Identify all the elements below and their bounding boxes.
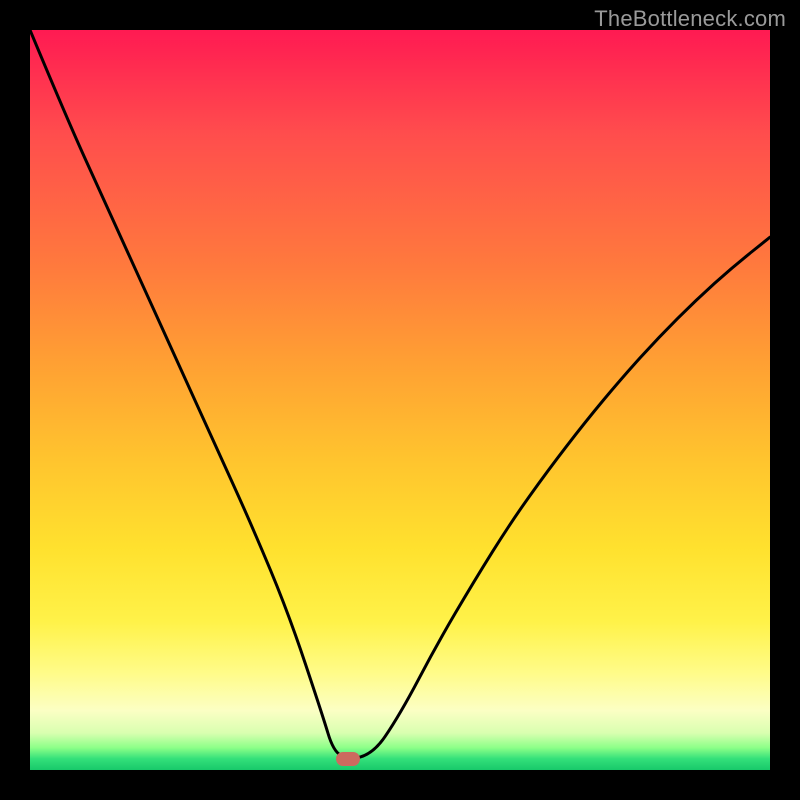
chart-frame: TheBottleneck.com	[0, 0, 800, 800]
watermark-text: TheBottleneck.com	[594, 6, 786, 32]
optimum-marker	[336, 752, 360, 766]
bottleneck-curve	[30, 30, 770, 770]
plot-area	[30, 30, 770, 770]
